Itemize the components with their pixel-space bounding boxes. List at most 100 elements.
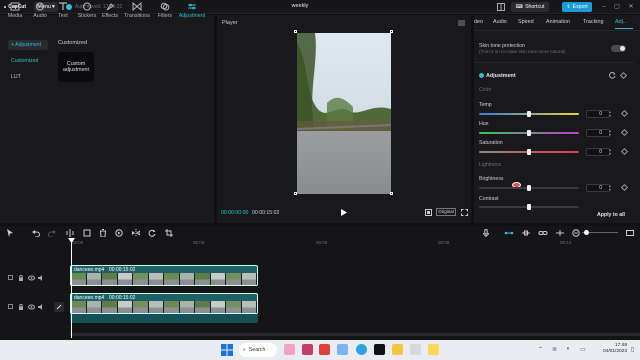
microphone-icon[interactable]	[482, 229, 490, 237]
zoom-out-icon[interactable]	[572, 229, 580, 237]
file-explorer-icon[interactable]	[392, 344, 403, 355]
visibility-icon[interactable]	[28, 304, 35, 310]
fullscreen-crop-icon[interactable]	[425, 209, 432, 216]
freeze-frame-icon[interactable]	[115, 229, 123, 237]
contrast-slider-knob[interactable]	[527, 204, 531, 210]
tab-transitions[interactable]: Transitions	[122, 2, 152, 19]
category-customized[interactable]: Customized	[8, 56, 48, 66]
app-icon[interactable]	[302, 344, 313, 355]
tab-speed[interactable]: Speed	[518, 19, 534, 25]
play-button[interactable]	[340, 208, 348, 217]
chevron-up-icon[interactable]: ⌃	[538, 346, 546, 354]
taskbar-search[interactable]: ⌕ Search	[239, 343, 277, 357]
crop-handle[interactable]	[390, 30, 393, 33]
brightness-value-input[interactable]: 0	[586, 184, 610, 192]
visibility-icon[interactable]	[28, 275, 35, 281]
track-expand-icon[interactable]	[8, 275, 13, 280]
layout-icon[interactable]	[497, 3, 505, 11]
apply-to-all-button[interactable]: Apply to all	[597, 212, 625, 218]
tab-animation[interactable]: Animation	[546, 19, 570, 25]
app-icon[interactable]	[319, 344, 330, 355]
app-icon[interactable]	[337, 344, 348, 355]
preview-axis-icon[interactable]	[555, 229, 565, 237]
tab-effects[interactable]: Effects	[97, 2, 123, 19]
player-title: Player	[222, 20, 238, 26]
track-expand-icon[interactable]	[8, 304, 13, 309]
lock-icon[interactable]	[18, 304, 24, 310]
keyframe-icon[interactable]	[619, 71, 628, 80]
rotate-icon[interactable]	[148, 229, 156, 237]
undo-icon[interactable]	[32, 229, 40, 237]
hue-value-input[interactable]: 0	[586, 129, 610, 137]
saturation-slider-knob[interactable]	[527, 149, 531, 155]
shortcut-button[interactable]: ⌨ Shortcut	[511, 2, 549, 12]
skin-tone-toggle[interactable]	[611, 45, 626, 52]
brightness-slider-knob[interactable]	[527, 185, 531, 191]
crop-handle[interactable]	[294, 192, 297, 195]
crop-icon[interactable]	[165, 229, 173, 237]
linkage-icon[interactable]	[538, 229, 548, 237]
zoom-fit-icon[interactable]	[626, 229, 634, 237]
stepper-icon[interactable]: ▴ ▾	[609, 184, 613, 192]
horizontal-scrollbar[interactable]	[70, 333, 640, 336]
app-icon[interactable]	[410, 344, 421, 355]
stepper-icon[interactable]: ▴ ▾	[609, 129, 613, 137]
split-icon[interactable]	[66, 229, 74, 237]
wifi-icon[interactable]: ≋	[552, 346, 560, 354]
reset-icon[interactable]	[609, 72, 616, 79]
tab-tracking[interactable]: Tracking	[583, 19, 603, 25]
mirror-icon[interactable]	[132, 229, 140, 237]
delete-left-icon[interactable]	[83, 229, 91, 237]
delete-icon[interactable]	[99, 229, 107, 237]
stepper-icon[interactable]: ▴ ▾	[609, 110, 613, 118]
saturation-value-input[interactable]: 0	[586, 148, 610, 156]
tab-adjustment[interactable]: Adjustment	[177, 2, 207, 19]
notification-icon[interactable]: ▯	[631, 346, 637, 354]
tab-video[interactable]: deo	[474, 19, 483, 25]
checkbox-checked-icon[interactable]	[479, 73, 484, 78]
maximize-icon[interactable]: ▢	[613, 3, 621, 11]
video-preview[interactable]	[297, 33, 391, 194]
category-adjustment[interactable]: + Adjustment	[8, 40, 48, 50]
edge-icon[interactable]	[356, 344, 367, 355]
minimize-icon[interactable]: –	[600, 3, 608, 11]
taskbar-clock[interactable]: 17:48 04/01/2023	[597, 343, 627, 355]
volume-icon[interactable]: ◖	[566, 346, 574, 354]
export-button[interactable]: ⇪ Export	[562, 2, 592, 12]
video-clip-2[interactable]: danceee.mp4 00:00:15:02	[70, 293, 258, 314]
playhead[interactable]	[71, 238, 72, 338]
close-icon[interactable]: ✕	[627, 3, 635, 11]
time-ruler[interactable]	[70, 239, 640, 249]
custom-adjustment-card[interactable]: Custom adjustment	[58, 52, 94, 82]
tab-media[interactable]: Media	[2, 2, 28, 19]
audio-mute-icon[interactable]	[38, 304, 44, 310]
app-icon[interactable]	[428, 344, 439, 355]
select-tool-icon[interactable]	[6, 229, 14, 237]
video-clip-1[interactable]: danceee.mp4 00:00:15:02	[70, 265, 258, 286]
lock-icon[interactable]	[18, 275, 24, 281]
crop-handle[interactable]	[390, 192, 393, 195]
hue-slider-knob[interactable]	[527, 130, 531, 136]
temp-value-input[interactable]: 0	[586, 110, 610, 118]
audio-mute-icon[interactable]	[38, 275, 44, 281]
tab-text[interactable]: Text	[50, 2, 76, 19]
zoom-slider-knob[interactable]	[584, 230, 589, 235]
redo-icon[interactable]	[48, 229, 56, 237]
auto-snapping-icon[interactable]	[521, 229, 531, 237]
stepper-icon[interactable]: ▴ ▾	[609, 148, 613, 156]
tab-filters[interactable]: Filters	[152, 2, 178, 19]
aspect-ratio-button[interactable]: Original	[436, 208, 456, 216]
tab-adjustment-props[interactable]: Adj...	[615, 19, 627, 25]
tab-audio-props[interactable]: Audio	[493, 19, 507, 25]
cover-edit-icon[interactable]	[54, 302, 64, 312]
fullscreen-icon[interactable]	[461, 209, 468, 216]
temp-slider-knob[interactable]	[527, 111, 531, 117]
crop-handle[interactable]	[294, 30, 297, 33]
app-icon[interactable]	[284, 344, 295, 355]
windows-start-icon[interactable]	[221, 344, 233, 356]
main-track-magnet-icon[interactable]	[504, 229, 514, 237]
player-menu-icon[interactable]	[458, 20, 465, 26]
category-lut[interactable]: LUT	[8, 72, 48, 82]
battery-icon[interactable]: ▭	[580, 346, 588, 354]
capcut-taskbar-icon[interactable]	[374, 344, 385, 355]
